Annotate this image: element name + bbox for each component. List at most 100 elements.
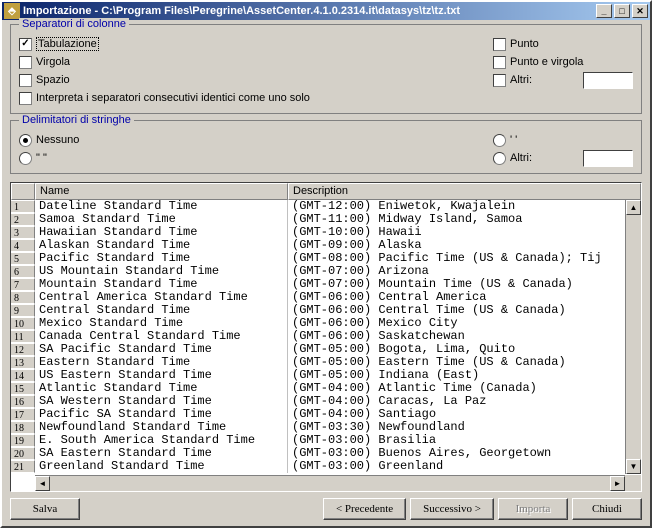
description-cell: (GMT-07:00) Arizona — [288, 265, 641, 278]
table-row[interactable]: 2Samoa Standard Time(GMT-11:00) Midway I… — [11, 213, 641, 226]
scroll-left-icon[interactable]: ◄ — [35, 476, 50, 491]
horizontal-scrollbar[interactable]: ◄ ► — [35, 475, 625, 491]
scroll-right-icon[interactable]: ► — [610, 476, 625, 491]
close-dialog-button[interactable]: Chiudi — [572, 498, 642, 520]
table-row[interactable]: 11Canada Central Standard Time(GMT-06:00… — [11, 330, 641, 343]
consecutive-checkbox-row[interactable]: Interpreta i separatori consecutivi iden… — [19, 89, 493, 107]
tab-checkbox-row[interactable]: Tabulazione — [19, 35, 493, 53]
dot-checkbox-row[interactable]: Punto — [493, 35, 633, 53]
close-button[interactable]: ✕ — [632, 4, 648, 18]
table-header: Name Description — [11, 183, 641, 200]
minimize-button[interactable]: _ — [596, 4, 612, 18]
table-body[interactable]: 1Dateline Standard Time(GMT-12:00) Eniwe… — [11, 200, 641, 491]
semicolon-checkbox-row[interactable]: Punto e virgola — [493, 53, 633, 71]
row-number: 21 — [11, 460, 35, 473]
description-cell: (GMT-06:00) Central Time (US & Canada) — [288, 304, 641, 317]
tab-checkbox[interactable] — [19, 38, 32, 51]
table-row[interactable]: 3Hawaiian Standard Time(GMT-10:00) Hawai… — [11, 226, 641, 239]
next-button[interactable]: Successivo > — [410, 498, 494, 520]
other-delim-radio[interactable] — [493, 152, 506, 165]
description-cell: (GMT-03:30) Newfoundland — [288, 421, 641, 434]
other-delim-radio-row[interactable]: Altri: — [493, 149, 633, 167]
rownum-header[interactable] — [11, 183, 35, 200]
space-checkbox[interactable] — [19, 74, 32, 87]
table-row[interactable]: 18Newfoundland Standard Time(GMT-03:30) … — [11, 421, 641, 434]
table-row[interactable]: 9Central Standard Time(GMT-06:00) Centra… — [11, 304, 641, 317]
name-cell: Atlantic Standard Time — [35, 382, 288, 395]
scroll-down-icon[interactable]: ▼ — [626, 459, 641, 474]
doublequote-radio[interactable] — [19, 152, 32, 165]
table-row[interactable]: 1Dateline Standard Time(GMT-12:00) Eniwe… — [11, 200, 641, 213]
dot-checkbox[interactable] — [493, 38, 506, 51]
singlequote-label: ' ' — [510, 134, 517, 146]
other-sep-input[interactable] — [583, 72, 633, 89]
scroll-corner — [625, 475, 641, 491]
description-cell: (GMT-10:00) Hawaii — [288, 226, 641, 239]
table-row[interactable]: 6US Mountain Standard Time(GMT-07:00) Ar… — [11, 265, 641, 278]
table-row[interactable]: 20SA Eastern Standard Time(GMT-03:00) Bu… — [11, 447, 641, 460]
previous-button[interactable]: < Precedente — [323, 498, 406, 520]
semicolon-checkbox[interactable] — [493, 56, 506, 69]
description-cell: (GMT-04:00) Santiago — [288, 408, 641, 421]
table-row[interactable]: 14US Eastern Standard Time(GMT-05:00) In… — [11, 369, 641, 382]
table-row[interactable]: 16SA Western Standard Time(GMT-04:00) Ca… — [11, 395, 641, 408]
name-cell: Pacific SA Standard Time — [35, 408, 288, 421]
space-checkbox-row[interactable]: Spazio — [19, 71, 493, 89]
none-radio-row[interactable]: Nessuno — [19, 131, 493, 149]
maximize-button[interactable]: □ — [614, 4, 630, 18]
doublequote-radio-row[interactable]: " " — [19, 149, 493, 167]
table-row[interactable]: 4Alaskan Standard Time(GMT-09:00) Alaska — [11, 239, 641, 252]
none-radio[interactable] — [19, 134, 32, 147]
other-delim-input[interactable] — [583, 150, 633, 167]
name-cell: Newfoundland Standard Time — [35, 421, 288, 434]
description-cell: (GMT-03:00) Buenos Aires, Georgetown — [288, 447, 641, 460]
row-number: 8 — [11, 291, 35, 304]
row-number: 19 — [11, 434, 35, 447]
row-number: 18 — [11, 421, 35, 434]
save-button[interactable]: Salva — [10, 498, 80, 520]
table-row[interactable]: 12SA Pacific Standard Time(GMT-05:00) Bo… — [11, 343, 641, 356]
app-icon: ⬘ — [4, 3, 20, 19]
description-cell: (GMT-07:00) Mountain Time (US & Canada) — [288, 278, 641, 291]
name-cell: Central Standard Time — [35, 304, 288, 317]
comma-checkbox-row[interactable]: Virgola — [19, 53, 493, 71]
table-row[interactable]: 21Greenland Standard Time(GMT-03:00) Gre… — [11, 460, 641, 473]
table-row[interactable]: 8Central America Standard Time(GMT-06:00… — [11, 291, 641, 304]
none-label: Nessuno — [36, 134, 79, 146]
table-row[interactable]: 17Pacific SA Standard Time(GMT-04:00) Sa… — [11, 408, 641, 421]
button-bar: Salva < Precedente Successivo > Importa … — [10, 492, 642, 522]
doublequote-label: " " — [36, 152, 47, 164]
row-number: 3 — [11, 226, 35, 239]
row-number: 12 — [11, 343, 35, 356]
description-cell: (GMT-05:00) Indiana (East) — [288, 369, 641, 382]
singlequote-radio-row[interactable]: ' ' — [493, 131, 633, 149]
name-cell: Greenland Standard Time — [35, 460, 288, 473]
scroll-up-icon[interactable]: ▲ — [626, 200, 641, 215]
dot-label: Punto — [510, 38, 539, 50]
description-header[interactable]: Description — [288, 183, 641, 200]
comma-checkbox[interactable] — [19, 56, 32, 69]
other-sep-checkbox[interactable] — [493, 74, 506, 87]
string-delimiters-group: Delimitatori di stringhe Nessuno " " — [10, 120, 642, 174]
table-row[interactable]: 15Atlantic Standard Time(GMT-04:00) Atla… — [11, 382, 641, 395]
consecutive-checkbox[interactable] — [19, 92, 32, 105]
table-row[interactable]: 7Mountain Standard Time(GMT-07:00) Mount… — [11, 278, 641, 291]
description-cell: (GMT-09:00) Alaska — [288, 239, 641, 252]
table-row[interactable]: 10Mexico Standard Time(GMT-06:00) Mexico… — [11, 317, 641, 330]
name-cell: Central America Standard Time — [35, 291, 288, 304]
description-cell: (GMT-12:00) Eniwetok, Kwajalein — [288, 200, 641, 213]
singlequote-radio[interactable] — [493, 134, 506, 147]
table-row[interactable]: 19E. South America Standard Time(GMT-03:… — [11, 434, 641, 447]
other-delim-label: Altri: — [510, 152, 532, 164]
name-header[interactable]: Name — [35, 183, 288, 200]
name-cell: US Mountain Standard Time — [35, 265, 288, 278]
table-row[interactable]: 5Pacific Standard Time(GMT-08:00) Pacifi… — [11, 252, 641, 265]
row-number: 4 — [11, 239, 35, 252]
table-row[interactable]: 13Eastern Standard Time(GMT-05:00) Easte… — [11, 356, 641, 369]
description-cell: (GMT-08:00) Pacific Time (US & Canada); … — [288, 252, 641, 265]
import-button[interactable]: Importa — [498, 498, 568, 520]
separators-legend: Separatori di colonne — [19, 18, 129, 30]
other-sep-checkbox-row[interactable]: Altri: — [493, 71, 633, 89]
row-number: 1 — [11, 200, 35, 213]
vertical-scrollbar[interactable]: ▲ ▼ — [625, 200, 641, 474]
